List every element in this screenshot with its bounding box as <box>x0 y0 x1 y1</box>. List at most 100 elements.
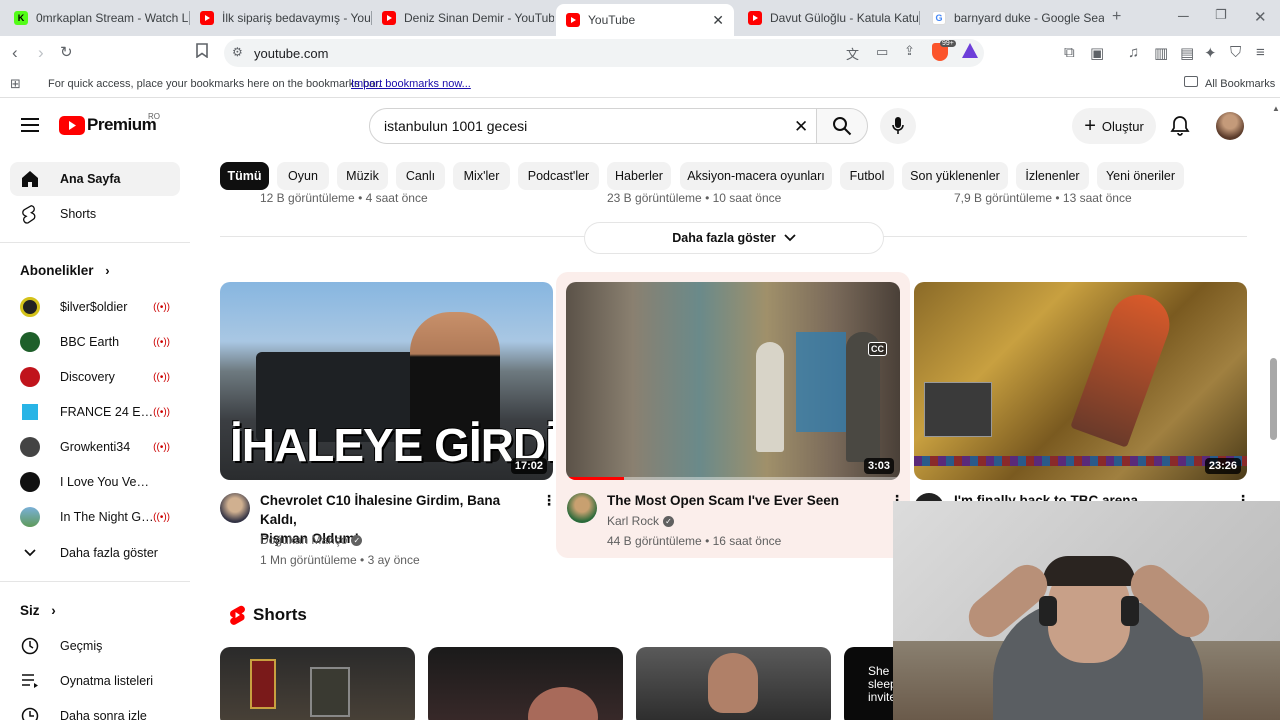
chip-news[interactable]: Haberler <box>607 162 671 190</box>
subscription-item[interactable]: $ilver$oldier ((•)) <box>10 290 180 324</box>
menu-icon[interactable]: ≡ <box>1256 44 1265 61</box>
browser-tab[interactable]: Davut Güloğlu - Katula Katula - <box>738 4 920 32</box>
minimize-icon[interactable]: ─ <box>1178 8 1189 25</box>
live-indicator-icon: ((•)) <box>153 441 170 453</box>
short-thumbnail[interactable] <box>220 647 415 720</box>
browser-tab[interactable]: G barnyard duke - Google Search <box>922 4 1104 32</box>
extensions-icon[interactable]: ⧉ <box>1064 44 1075 61</box>
sidebar-item-watch-later[interactable]: Daha sonra izle <box>10 699 180 720</box>
bookmark-icon[interactable] <box>196 43 208 62</box>
scrollbar-thumb[interactable] <box>1270 358 1277 440</box>
video-thumbnail[interactable]: 23:26 <box>914 282 1247 480</box>
live-indicator-icon: ((•)) <box>153 371 170 383</box>
wallet-icon[interactable]: ▣ <box>1090 44 1104 62</box>
notifications-bell-icon[interactable] <box>1170 115 1190 142</box>
vpn-icon[interactable]: ⛉ <box>1230 44 1241 61</box>
sidebar-divider <box>0 581 190 582</box>
microphone-icon <box>892 117 904 134</box>
video-meta: 12 B görüntüleme • 4 saat önce <box>260 192 428 205</box>
short-thumbnail[interactable] <box>428 647 623 720</box>
chip-mixes[interactable]: Mix'ler <box>453 162 510 190</box>
video-title[interactable]: The Most Open Scam I've Ever Seen <box>607 491 877 510</box>
url-omnibox[interactable]: ⚙ youtube.com 文 ▭ ⇪ 99+ <box>224 39 984 67</box>
search-input[interactable]: istanbulun 1001 gecesi <box>369 108 817 144</box>
import-bookmarks-link[interactable]: Import bookmarks now... <box>351 78 471 90</box>
maximize-icon[interactable]: ❐ <box>1215 7 1227 23</box>
show-more-button[interactable]: Daha fazla göster <box>584 222 884 254</box>
subscription-item[interactable]: BBC Earth ((•)) <box>10 325 180 359</box>
sidebar-item-history[interactable]: Geçmiş <box>10 629 180 663</box>
more-actions-icon[interactable]: ⋮ <box>542 492 556 509</box>
youtube-logo[interactable]: Premium <box>59 115 157 135</box>
subscription-item[interactable]: FRANCE 24 English ((•)) <box>10 395 180 429</box>
sidebar-toggle-icon[interactable]: ▥ <box>1154 44 1168 62</box>
share-icon[interactable]: ⇪ <box>904 43 915 59</box>
playlist-icon <box>10 674 50 688</box>
chip-podcasts[interactable]: Podcast'ler <box>518 162 599 190</box>
clear-search-icon[interactable]: ✕ <box>794 117 808 137</box>
forward-icon[interactable]: › <box>38 43 44 63</box>
translate-icon[interactable]: 文 <box>846 44 859 63</box>
subscription-item[interactable]: I Love You Venice <box>10 465 180 499</box>
chip-games[interactable]: Oyun <box>277 162 329 190</box>
video-thumbnail[interactable]: CC 3:03 <box>566 282 900 480</box>
brave-rewards-icon[interactable] <box>962 43 978 58</box>
reload-icon[interactable]: ↻ <box>60 43 73 61</box>
chip-music[interactable]: Müzik <box>337 162 388 190</box>
you-heading[interactable]: Siz › <box>20 603 56 618</box>
all-bookmarks-label[interactable]: All Bookmarks <box>1205 78 1275 90</box>
wallet2-icon[interactable]: ▤ <box>1180 44 1194 62</box>
chip-watched[interactable]: İzlenenler <box>1016 162 1089 190</box>
cast-icon[interactable]: ▭ <box>876 44 888 60</box>
subscription-name: BBC Earth <box>60 335 120 349</box>
voice-search-button[interactable] <box>880 108 916 144</box>
scroll-up-icon[interactable]: ▲ <box>1272 104 1280 113</box>
channel-avatar <box>20 297 40 317</box>
subscription-item[interactable]: In The Night Garden ((•)) <box>10 500 180 534</box>
tab-title: İlk sipariş bedavaymış - YouTube <box>222 11 372 25</box>
browser-tab[interactable]: K 0mrkaplan Stream - Watch Live <box>4 4 190 32</box>
live-indicator-icon: ((•)) <box>153 301 170 313</box>
sidebar-show-more[interactable]: Daha fazla göster <box>10 536 180 570</box>
account-avatar[interactable] <box>1216 112 1244 140</box>
google-favicon-icon: G <box>932 11 946 25</box>
chip-live[interactable]: Canlı <box>396 162 445 190</box>
short-thumbnail[interactable] <box>636 647 831 720</box>
chip-all[interactable]: Tümü <box>220 162 269 190</box>
subscription-item[interactable]: Growkenti34 ((•)) <box>10 430 180 464</box>
video-thumbnail[interactable]: İHALEYE GİRDİM 17:02 <box>220 282 553 480</box>
captions-icon[interactable]: CC <box>868 342 887 356</box>
channel-name[interactable]: Doğukan Manço ✓ <box>260 533 363 547</box>
browser-tab[interactable]: İlk sipariş bedavaymış - YouTube <box>190 4 372 32</box>
search-button[interactable] <box>816 108 868 144</box>
create-button[interactable]: + Oluştur <box>1072 108 1156 144</box>
back-icon[interactable]: ‹ <box>12 43 18 63</box>
apps-grid-icon[interactable]: ⊞ <box>10 76 21 92</box>
subscriptions-heading[interactable]: Abonelikler › <box>20 263 110 278</box>
leo-ai-icon[interactable]: ✦ <box>1204 44 1217 62</box>
channel-name[interactable]: Karl Rock ✓ <box>607 514 675 528</box>
new-tab-icon[interactable]: + <box>1112 8 1121 26</box>
chip-recently-uploaded[interactable]: Son yüklenenler <box>902 162 1008 190</box>
music-icon[interactable]: ♫ <box>1128 44 1139 61</box>
video-meta: 7,9 B görüntüleme • 13 saat önce <box>954 192 1132 205</box>
site-info-icon[interactable]: ⚙ <box>232 45 243 59</box>
sidebar-item-shorts[interactable]: Shorts <box>10 197 180 231</box>
channel-avatar[interactable] <box>220 493 250 523</box>
close-tab-icon[interactable]: ✕ <box>712 12 724 29</box>
sidebar-item-home[interactable]: Ana Sayfa <box>10 162 180 196</box>
chip-new-to-you[interactable]: Yeni öneriler <box>1097 162 1184 190</box>
channel-avatar[interactable] <box>567 493 597 523</box>
subscription-item[interactable]: Discovery ((•)) <box>10 360 180 394</box>
sidebar-item-playlists[interactable]: Oynatma listeleri <box>10 664 180 698</box>
hamburger-menu-icon[interactable] <box>21 118 39 137</box>
chip-action-adventure[interactable]: Aksiyon-macera oyunları <box>680 162 832 190</box>
you-title: Siz <box>20 603 40 618</box>
live-indicator-icon: ((•)) <box>153 406 170 418</box>
subscription-name: In The Night Garden <box>60 510 155 524</box>
close-window-icon[interactable]: ✕ <box>1254 8 1267 26</box>
browser-tab-active[interactable]: YouTube ✕ <box>556 4 734 36</box>
chip-football[interactable]: Futbol <box>840 162 894 190</box>
region-code: RO <box>148 112 160 121</box>
browser-tab[interactable]: Deniz Sinan Demir - YouTube <box>372 4 554 32</box>
